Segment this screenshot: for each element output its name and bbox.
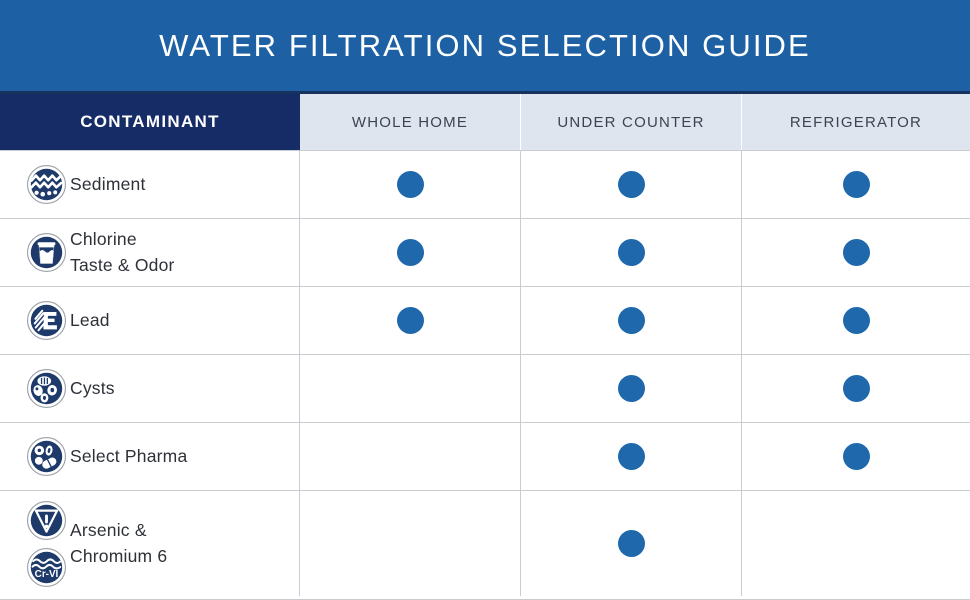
availability-dot bbox=[842, 307, 870, 334]
availability-dot-empty bbox=[397, 443, 424, 470]
availability-dot bbox=[617, 239, 645, 266]
mark-cell-refrigerator bbox=[742, 355, 970, 422]
contaminant-label-line1: Chlorine bbox=[70, 229, 137, 250]
contaminant-label: Sediment bbox=[70, 173, 146, 194]
mark-cell-under-counter bbox=[521, 423, 742, 490]
row-contaminant-cell: Select Pharma bbox=[0, 423, 300, 490]
mark-cell-refrigerator bbox=[742, 287, 970, 354]
mark-cell-under-counter bbox=[521, 355, 742, 422]
availability-dot bbox=[842, 443, 870, 470]
availability-dot-empty bbox=[397, 530, 424, 557]
mark-cell-under-counter bbox=[521, 491, 742, 596]
banner: WATER FILTRATION SELECTION GUIDE bbox=[0, 0, 970, 94]
table-row: Cr-VI Arsenic & Chromium 6 bbox=[0, 491, 970, 596]
availability-dot bbox=[617, 530, 645, 557]
pills-capsule-icon bbox=[26, 436, 66, 477]
mark-cell-refrigerator bbox=[742, 151, 970, 218]
mark-cell-under-counter bbox=[521, 151, 742, 218]
chromium-six-label: Cr-VI bbox=[34, 569, 58, 580]
availability-dot-empty bbox=[843, 530, 870, 557]
table-row: Chlorine Taste & Odor bbox=[0, 219, 970, 287]
availability-dot bbox=[396, 171, 424, 198]
availability-dot bbox=[842, 375, 870, 402]
mark-cell-refrigerator bbox=[742, 423, 970, 490]
mark-cell-refrigerator bbox=[742, 491, 970, 596]
table-header-row: CONTAMINANT WHOLE HOME UNDER COUNTER REF… bbox=[0, 94, 970, 151]
header-label-whole-home: WHOLE HOME bbox=[351, 113, 469, 131]
row-contaminant-cell: Chlorine Taste & Odor bbox=[0, 219, 300, 286]
mark-cell-whole-home bbox=[300, 219, 521, 286]
row-icon-stack bbox=[0, 300, 70, 341]
table-row: Sediment bbox=[0, 151, 970, 219]
table-row: Lead bbox=[0, 287, 970, 355]
availability-dot bbox=[396, 239, 424, 266]
availability-dot bbox=[617, 171, 645, 198]
availability-dot bbox=[617, 375, 645, 402]
availability-dot-empty bbox=[397, 375, 424, 402]
mark-cell-whole-home bbox=[300, 491, 521, 596]
contaminant-label-line2: Chromium 6 bbox=[70, 545, 168, 566]
mark-cell-whole-home bbox=[300, 287, 521, 354]
row-icon-stack bbox=[0, 232, 70, 273]
contaminant-label: Cysts bbox=[70, 377, 115, 398]
row-icon-stack bbox=[0, 368, 70, 409]
row-contaminant-cell: Cysts bbox=[0, 355, 300, 422]
availability-dot bbox=[617, 443, 645, 470]
row-contaminant-cell: Lead bbox=[0, 287, 300, 354]
water-glass-icon bbox=[26, 232, 66, 273]
hazard-triangle-icon bbox=[26, 500, 66, 540]
chromium-six-icon: Cr-VI bbox=[26, 547, 66, 587]
header-cell-contaminant: CONTAMINANT bbox=[0, 94, 300, 150]
header-cell-under-counter: UNDER COUNTER bbox=[521, 94, 742, 150]
row-contaminant-cell: Sediment bbox=[0, 151, 300, 218]
header-cell-refrigerator: REFRIGERATOR bbox=[742, 94, 970, 150]
page-title: WATER FILTRATION SELECTION GUIDE bbox=[159, 27, 811, 63]
mark-cell-whole-home bbox=[300, 151, 521, 218]
contaminant-label: Lead bbox=[70, 309, 110, 330]
mark-cell-whole-home bbox=[300, 355, 521, 422]
contaminant-label-line2: Taste & Odor bbox=[70, 254, 175, 275]
availability-dot bbox=[396, 307, 424, 334]
mark-cell-whole-home bbox=[300, 423, 521, 490]
mark-cell-refrigerator bbox=[742, 219, 970, 286]
lead-plates-icon bbox=[26, 300, 66, 341]
row-contaminant-cell: Cr-VI Arsenic & Chromium 6 bbox=[0, 491, 300, 596]
header-label-refrigerator: REFRIGERATOR bbox=[789, 113, 923, 131]
contaminant-label-line1: Arsenic & bbox=[70, 520, 147, 541]
contaminant-label: Chlorine Taste & Odor bbox=[70, 227, 183, 278]
row-icon-stack: Cr-VI bbox=[0, 500, 70, 588]
availability-dot bbox=[617, 307, 645, 334]
mark-cell-under-counter bbox=[521, 219, 742, 286]
row-icon-stack bbox=[0, 164, 70, 205]
sediment-waves-icon bbox=[26, 164, 66, 205]
contaminant-label: Arsenic & Chromium 6 bbox=[70, 518, 175, 569]
mark-cell-under-counter bbox=[521, 287, 742, 354]
selection-table: CONTAMINANT WHOLE HOME UNDER COUNTER REF… bbox=[0, 94, 970, 600]
table-row: Select Pharma bbox=[0, 423, 970, 491]
header-cell-whole-home: WHOLE HOME bbox=[300, 94, 521, 150]
header-label-contaminant: CONTAMINANT bbox=[80, 112, 220, 131]
cysts-microbe-icon bbox=[26, 368, 66, 409]
availability-dot bbox=[842, 171, 870, 198]
row-icon-stack bbox=[0, 436, 70, 477]
water-filtration-selection-guide: WATER FILTRATION SELECTION GUIDE CONTAMI… bbox=[0, 0, 970, 600]
contaminant-label: Select Pharma bbox=[70, 445, 188, 466]
header-label-under-counter: UNDER COUNTER bbox=[557, 113, 705, 131]
availability-dot bbox=[842, 239, 870, 266]
table-row: Cysts bbox=[0, 355, 970, 423]
